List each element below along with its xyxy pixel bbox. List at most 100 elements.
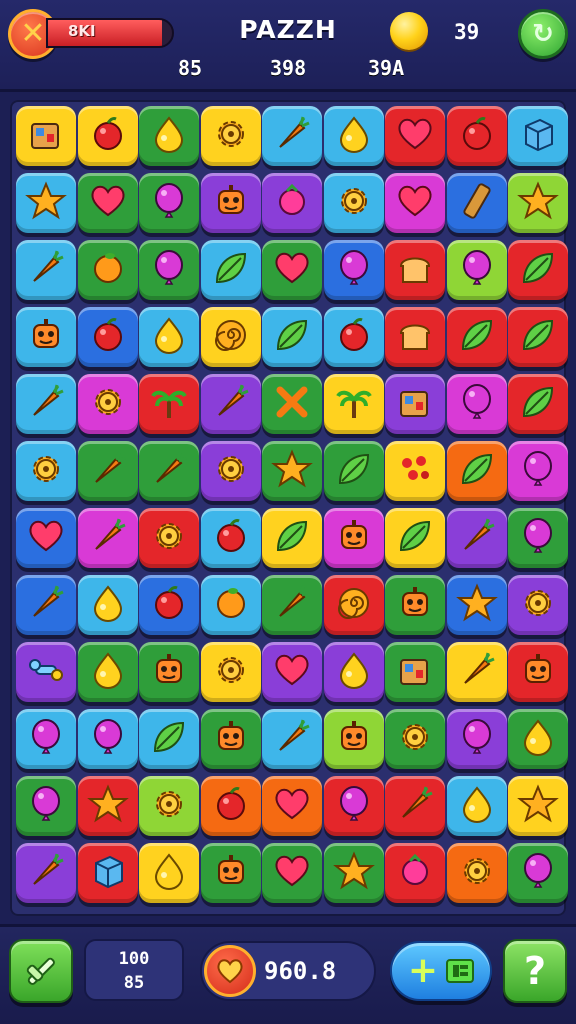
board-tile[interactable] [139,307,199,367]
board-tile[interactable] [323,106,384,166]
board-tile[interactable] [385,106,445,166]
board-tile[interactable] [508,709,568,769]
board-tile[interactable] [139,374,199,434]
board-tile[interactable] [200,307,261,367]
board-tile[interactable] [446,240,507,300]
board-tile[interactable] [77,173,138,233]
board-tile[interactable] [323,843,384,903]
board-tile[interactable] [385,173,445,233]
board-tile[interactable] [200,106,261,166]
board-tile[interactable] [323,642,384,702]
board-tile[interactable] [16,173,76,233]
board-tile[interactable] [16,240,76,300]
board-tile[interactable] [385,508,445,568]
help-button[interactable]: ? [503,939,567,1003]
board-tile[interactable] [139,709,199,769]
board-tile[interactable] [77,843,138,903]
board-tile[interactable] [262,374,322,434]
board-tile[interactable] [262,307,322,367]
board-tile[interactable] [16,106,76,166]
board-tile[interactable] [385,642,445,702]
board-tile[interactable] [200,709,261,769]
board-tile[interactable] [323,575,384,635]
board-tile[interactable] [446,575,507,635]
board-tile[interactable] [77,642,138,702]
board-tile[interactable] [77,240,138,300]
board-tile[interactable] [262,106,322,166]
board-tile[interactable] [323,374,384,434]
board-tile[interactable] [77,374,138,434]
board-tile[interactable] [446,106,507,166]
board-tile[interactable] [508,106,568,166]
board-tile[interactable] [139,843,199,903]
board-tile[interactable] [508,575,568,635]
board-tile[interactable] [77,106,138,166]
board-tile[interactable] [139,173,199,233]
board-tile[interactable] [16,374,76,434]
board-tile[interactable] [139,776,199,836]
board-tile[interactable] [16,508,76,568]
board-tile[interactable] [77,508,138,568]
board-tile[interactable] [200,240,261,300]
board-tile[interactable] [385,441,445,501]
hammer-button[interactable] [9,939,73,1003]
board-tile[interactable] [385,240,445,300]
board-tile[interactable] [385,307,445,367]
board-tile[interactable] [77,776,138,836]
refresh-button[interactable]: ↻ [518,9,568,59]
board-tile[interactable] [446,776,507,836]
board-tile[interactable] [139,106,199,166]
board-tile[interactable] [262,709,322,769]
board-tile[interactable] [262,441,322,501]
lives-button[interactable] [204,945,256,997]
board-tile[interactable] [323,240,384,300]
board-tile[interactable] [139,508,199,568]
board-tile[interactable] [385,843,445,903]
board-tile[interactable] [200,374,261,434]
board-tile[interactable] [446,307,507,367]
board-tile[interactable] [16,441,76,501]
board-tile[interactable] [77,709,138,769]
board-tile[interactable] [446,642,507,702]
board-tile[interactable] [262,776,322,836]
board-tile[interactable] [385,575,445,635]
board-tile[interactable] [323,709,384,769]
board-tile[interactable] [262,575,322,635]
add-booster-button[interactable]: + [390,941,492,1001]
board-tile[interactable] [323,508,384,568]
board-tile[interactable] [262,508,322,568]
board-tile[interactable] [446,508,507,568]
board-tile[interactable] [446,173,507,233]
board-tile[interactable] [16,642,76,702]
board-tile[interactable] [16,575,76,635]
board-tile[interactable] [508,441,568,501]
board-tile[interactable] [200,776,261,836]
board-tile[interactable] [139,575,199,635]
board-tile[interactable] [139,642,199,702]
board-tile[interactable] [323,173,384,233]
board-tile[interactable] [77,575,138,635]
board-tile[interactable] [16,776,76,836]
board-tile[interactable] [446,374,507,434]
board-tile[interactable] [508,508,568,568]
board-tile[interactable] [16,307,76,367]
board-tile[interactable] [323,307,384,367]
board-tile[interactable] [200,508,261,568]
board-tile[interactable] [16,843,76,903]
board-tile[interactable] [200,843,261,903]
board-tile[interactable] [385,374,445,434]
board-tile[interactable] [16,709,76,769]
board-tile[interactable] [508,776,568,836]
board-tile[interactable] [262,642,322,702]
board-tile[interactable] [385,709,445,769]
board-tile[interactable] [508,173,568,233]
board-tile[interactable] [508,642,568,702]
board-tile[interactable] [200,575,261,635]
board-tile[interactable] [323,441,384,501]
board-tile[interactable] [446,709,507,769]
board-tile[interactable] [200,642,261,702]
board-tile[interactable] [262,240,322,300]
board-tile[interactable] [508,240,568,300]
board-tile[interactable] [262,173,322,233]
board-tile[interactable] [385,776,445,836]
